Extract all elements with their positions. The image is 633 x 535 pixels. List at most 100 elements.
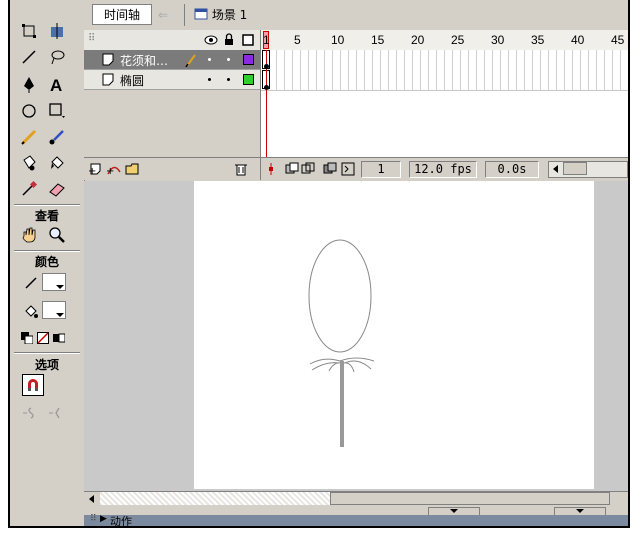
add-motion-guide-icon[interactable]: + [106, 162, 122, 176]
colors-section-label: 颜色 [34, 255, 59, 269]
ruler-tick-label: 40 [571, 33, 585, 47]
current-frame-field: 1 [361, 161, 401, 178]
layer-row-selected[interactable]: 花须和… [84, 50, 260, 70]
timeline-panel: ⠿ 花须和… 椭圆 + + 1 5 10 15 20 25 30 35 40 4… [84, 30, 628, 180]
eye-icon[interactable] [204, 35, 218, 45]
hand-tool-icon[interactable] [18, 224, 40, 246]
insert-folder-icon[interactable] [124, 162, 140, 176]
pencil-edit-icon [185, 54, 196, 67]
chevron-down-icon [576, 509, 584, 513]
layer-color-swatch[interactable] [243, 54, 254, 65]
brush-tool-icon[interactable] [46, 126, 68, 148]
stage-canvas[interactable] [194, 181, 594, 489]
zoom-tool-icon[interactable] [46, 224, 68, 246]
frame-ruler[interactable]: 1 5 10 15 20 25 30 35 40 45 [261, 30, 628, 51]
fill-color-bucket-icon [20, 300, 42, 322]
flower-drawing[interactable] [194, 181, 594, 489]
timeline-toggle-button[interactable]: 时间轴 [92, 4, 152, 25]
stage-pasteboard[interactable] [84, 181, 628, 491]
visibility-dot[interactable] [208, 78, 211, 81]
ruler-tick-label: 25 [451, 33, 465, 47]
lock-icon[interactable] [224, 33, 234, 46]
layer-icon [102, 73, 114, 86]
frames-area[interactable]: 1 5 10 15 20 25 30 35 40 45 1 12.0 fps 0… [261, 30, 628, 180]
straighten-icon [46, 402, 68, 424]
options-section-label: 选项 [34, 358, 59, 372]
black-white-icon[interactable] [20, 327, 34, 349]
ruler-tick-label: 20 [411, 33, 425, 47]
ruler-tick-label: 45 [611, 33, 625, 47]
scene-icon [194, 8, 208, 20]
view-section-label: 查看 [34, 209, 59, 223]
actions-panel-header[interactable]: ⠿ ▶ 动作 [84, 514, 628, 526]
outline-icon[interactable] [242, 34, 254, 46]
scroll-thumb[interactable] [330, 492, 610, 505]
layer-color-swatch[interactable] [243, 74, 254, 85]
insert-layer-icon[interactable]: + [88, 162, 104, 176]
scroll-left-icon[interactable] [551, 164, 561, 174]
smooth-icon [20, 402, 42, 424]
divider [14, 204, 80, 206]
trash-icon[interactable] [234, 161, 248, 177]
ruler-tick-label: 30 [491, 33, 505, 47]
lasso-tool-icon[interactable] [46, 46, 68, 68]
scene-breadcrumb[interactable]: 场景 1 [194, 6, 247, 23]
free-transform-tool-icon[interactable] [18, 20, 40, 42]
chevron-down-icon [450, 509, 458, 513]
pen-tool-icon[interactable] [18, 74, 40, 96]
center-frame-icon[interactable] [265, 162, 277, 176]
layer-header: ⠿ [84, 30, 260, 51]
layer-row[interactable]: 椭圆 [84, 70, 260, 90]
onion-skin-icon[interactable] [285, 162, 299, 176]
stroke-color-pencil-icon [20, 272, 42, 294]
ruler-tick-label: 15 [371, 33, 385, 47]
layer-name: 花须和… [120, 54, 169, 68]
oval-tool-icon[interactable] [18, 100, 40, 122]
edit-bar: 时间轴 ⇐ 场景 1 [84, 0, 628, 31]
eraser-tool-icon[interactable] [46, 178, 68, 200]
ink-bottle-tool-icon[interactable] [18, 152, 40, 174]
back-arrow-icon: ⇐ [158, 8, 169, 22]
divider [184, 4, 185, 26]
svg-text:A: A [50, 76, 62, 94]
frame-row[interactable] [261, 50, 628, 71]
expand-arrow-icon: ▶ [100, 514, 107, 524]
lock-dot[interactable] [227, 78, 230, 81]
gripper-icon: ⠿ [88, 33, 96, 44]
layer-list: ⠿ 花须和… 椭圆 + + [84, 30, 261, 180]
text-tool-icon[interactable]: A [46, 74, 68, 96]
layer-footer: + + [84, 157, 260, 180]
frame-rate-field[interactable]: 12.0 fps [409, 161, 477, 178]
ruler-tick-label: 10 [331, 33, 345, 47]
gripper-icon: ⠿ [90, 514, 97, 524]
elapsed-time-field: 0.0s [485, 161, 539, 178]
tools-panel: A 查看 颜色 选项 [10, 0, 85, 526]
modify-onion-markers-icon[interactable] [341, 162, 355, 176]
line-tool-icon[interactable] [18, 46, 40, 68]
visibility-dot[interactable] [208, 58, 211, 61]
ruler-tick-label: 5 [294, 33, 301, 47]
no-color-icon[interactable] [36, 327, 50, 349]
svg-text:+: + [88, 166, 96, 176]
frame-row[interactable] [261, 70, 628, 91]
lock-dot[interactable] [227, 58, 230, 61]
scroll-thumb[interactable] [563, 162, 587, 175]
keyframe-dot [264, 64, 269, 69]
stroke-color-swatch[interactable] [42, 273, 66, 291]
keyframe-dot [264, 85, 269, 90]
paint-bucket-tool-icon[interactable] [46, 152, 68, 174]
swap-colors-icon[interactable] [52, 327, 66, 349]
eyedropper-tool-icon[interactable] [18, 178, 40, 200]
scroll-left-icon[interactable] [86, 493, 98, 505]
stage-hscrollbar[interactable] [84, 491, 628, 507]
fill-color-swatch[interactable] [42, 301, 66, 319]
rectangle-tool-icon[interactable] [46, 100, 68, 122]
pencil-tool-icon[interactable] [18, 126, 40, 148]
onion-skin-outlines-icon[interactable] [301, 162, 315, 176]
snap-to-objects-icon[interactable] [22, 374, 44, 396]
scroll-track[interactable] [100, 492, 330, 505]
timeline-hscrollbar[interactable] [548, 161, 628, 178]
fill-transform-tool-icon[interactable] [46, 20, 68, 42]
svg-text:+: + [106, 166, 114, 176]
edit-multiple-frames-icon[interactable] [323, 162, 337, 176]
